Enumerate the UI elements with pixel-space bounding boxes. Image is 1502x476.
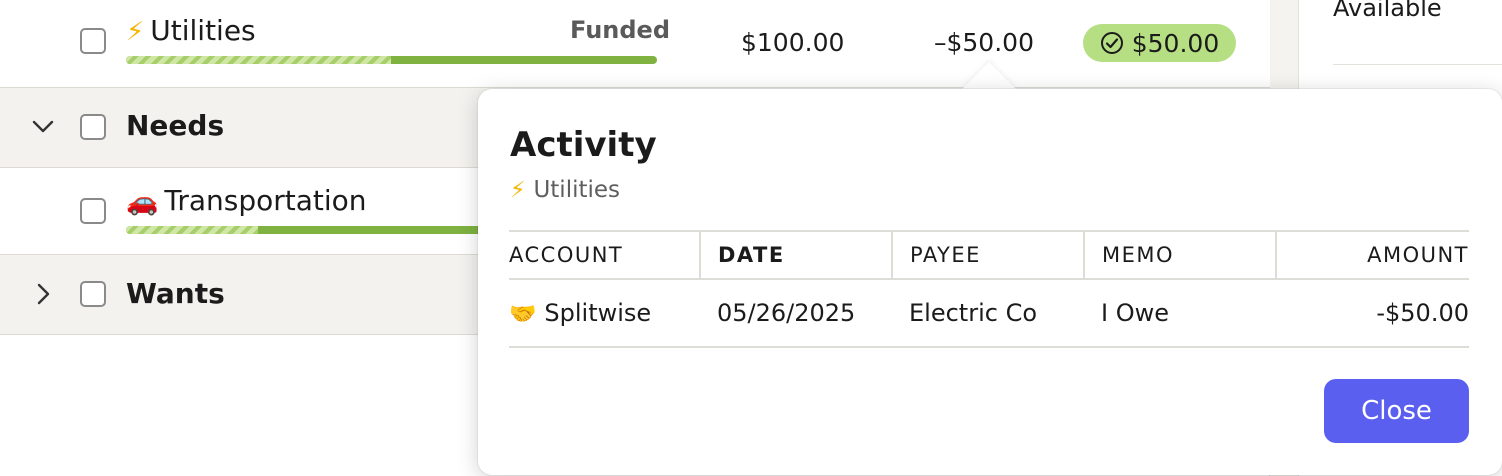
needs-checkbox[interactable] bbox=[80, 114, 106, 140]
chevron-right-icon[interactable] bbox=[30, 281, 56, 307]
activity-amount[interactable]: –$50.00 bbox=[934, 28, 1034, 57]
funding-progress-bar bbox=[126, 226, 486, 234]
activity-table: ACCOUNT DATE PAYEE MEMO AMOUNT 🤝 Splitwis… bbox=[509, 230, 1469, 348]
activity-popover: Activity ⚡ Utilities ACCOUNT DATE PAYEE M… bbox=[478, 89, 1502, 475]
category-name[interactable]: 🚗 Transportation bbox=[126, 184, 367, 217]
assigned-amount[interactable]: $100.00 bbox=[741, 28, 844, 57]
popover-subtitle: ⚡ Utilities bbox=[510, 177, 621, 203]
status-label: Funded bbox=[570, 16, 671, 44]
funding-progress-bar bbox=[126, 56, 657, 64]
cell-payee: Electric Co bbox=[892, 279, 1084, 348]
handshake-icon: 🤝 bbox=[509, 302, 537, 327]
category-name[interactable]: ⚡ Utilities bbox=[126, 14, 256, 47]
popover-title: Activity bbox=[510, 125, 657, 165]
cell-account: 🤝 Splitwise bbox=[509, 279, 700, 348]
cell-memo: I Owe bbox=[1084, 279, 1276, 348]
column-header-payee[interactable]: PAYEE bbox=[891, 230, 1084, 280]
table-header-row: ACCOUNT DATE PAYEE MEMO AMOUNT bbox=[509, 230, 1469, 280]
available-label: Available bbox=[1333, 0, 1442, 22]
lightning-icon: ⚡ bbox=[510, 178, 526, 203]
available-pill[interactable]: $50.00 bbox=[1083, 24, 1236, 62]
progress-spent-fill bbox=[126, 226, 258, 234]
utilities-checkbox[interactable] bbox=[80, 28, 106, 54]
column-header-amount[interactable]: AMOUNT bbox=[1275, 230, 1469, 280]
wants-checkbox[interactable] bbox=[80, 281, 106, 307]
progress-spent-fill bbox=[126, 56, 391, 64]
table-row[interactable]: 🤝 Splitwise 05/26/2025 Electric Co I Owe … bbox=[509, 279, 1469, 348]
group-name[interactable]: Needs bbox=[126, 109, 224, 142]
group-name[interactable]: Wants bbox=[126, 277, 225, 310]
column-header-memo[interactable]: MEMO bbox=[1083, 230, 1276, 280]
available-amount: $50.00 bbox=[1131, 28, 1220, 58]
cell-amount: -$50.00 bbox=[1276, 279, 1469, 348]
close-button[interactable]: Close bbox=[1324, 379, 1469, 443]
column-header-account[interactable]: ACCOUNT bbox=[509, 230, 700, 280]
car-icon: 🚗 bbox=[126, 187, 159, 217]
category-row-utilities[interactable]: ⚡ Utilities Funded $100.00 –$50.00 $50.00 bbox=[0, 0, 1270, 88]
divider bbox=[1333, 64, 1502, 65]
popover-pointer bbox=[961, 62, 1017, 90]
transportation-checkbox[interactable] bbox=[80, 198, 106, 224]
chevron-down-icon[interactable] bbox=[30, 114, 56, 140]
cell-date: 05/26/2025 bbox=[700, 279, 892, 348]
column-header-date[interactable]: DATE bbox=[699, 230, 892, 280]
check-circle-icon bbox=[1100, 32, 1123, 54]
lightning-icon: ⚡ bbox=[126, 17, 145, 47]
